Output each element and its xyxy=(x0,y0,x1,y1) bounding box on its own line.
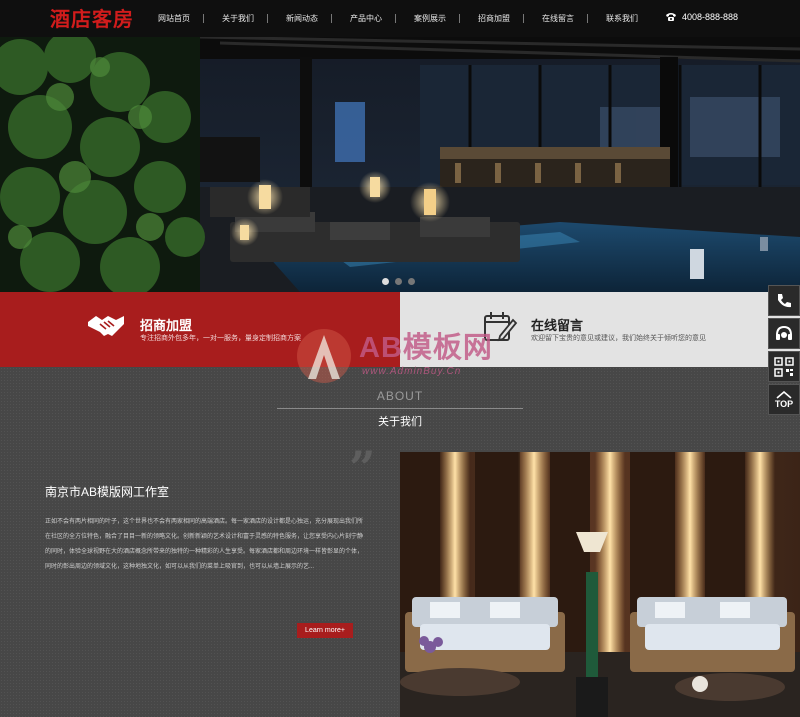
site-logo[interactable]: 酒店客房 xyxy=(50,7,134,31)
nav-item-products[interactable]: 产品中心 xyxy=(332,0,395,37)
hero-banner xyxy=(0,37,800,292)
phone-number: 4008-888-888 xyxy=(681,12,738,22)
hero-image xyxy=(0,37,800,292)
watermark-logo-icon xyxy=(297,329,351,383)
side-phone-button[interactable] xyxy=(768,285,800,316)
qrcode-icon xyxy=(774,356,794,377)
quote-mark-icon: ” xyxy=(349,441,376,495)
about-section: ABOUT 关于我们 ” 南京市AB模版网工作室 正如不会有两片相同的叶子，这个… xyxy=(0,367,800,717)
top-label: TOP xyxy=(774,398,794,409)
nav-item-contact[interactable]: 联系我们 xyxy=(588,0,651,37)
learn-more-button[interactable]: Learn more+ xyxy=(297,623,353,638)
nav-item-home[interactable]: 网站首页 xyxy=(140,0,203,37)
slider-dot[interactable] xyxy=(408,278,415,285)
watermark-text: AB模板网 xyxy=(359,332,493,364)
nav-item-news[interactable]: 新闻动态 xyxy=(268,0,331,37)
nav-item-about[interactable]: 关于我们 xyxy=(204,0,267,37)
back-to-top-button[interactable]: TOP xyxy=(768,384,800,415)
handshake-icon xyxy=(88,316,124,336)
telephone-icon xyxy=(665,13,676,21)
nav-item-cases[interactable]: 案例展示 xyxy=(396,0,459,37)
side-service-button[interactable] xyxy=(768,318,800,349)
about-description: 正如不会有两片相同的叶子，这个世界也不会有两家相同的高端酒店。每一家酒店的设计都… xyxy=(45,519,364,570)
message-title: 在线留言 xyxy=(531,318,584,333)
customer-service-icon xyxy=(776,325,792,340)
watermark: AB模板网 www.AdminBuy.Cn xyxy=(296,321,526,416)
main-nav: 网站首页 关于我们 新闻动态 产品中心 案例展示 招商加盟 在线留言 联系我们 xyxy=(140,0,651,37)
slider-dots xyxy=(382,278,421,285)
side-qrcode-button[interactable] xyxy=(768,351,800,382)
site-header: 酒店客房 网站首页 关于我们 新闻动态 产品中心 案例展示 招商加盟 在线留言 … xyxy=(0,0,800,37)
side-float-bar: TOP xyxy=(768,285,800,417)
nav-item-message[interactable]: 在线留言 xyxy=(524,0,587,37)
franchise-subtitle: 专注招商外包多年，一对一服务，量身定制招商方案 xyxy=(140,335,301,342)
header-phone: 4008-888-888 xyxy=(665,12,738,22)
phone-icon xyxy=(778,293,791,307)
watermark-url: www.AdminBuy.Cn xyxy=(362,366,462,377)
franchise-title: 招商加盟 xyxy=(140,318,193,333)
slider-dot[interactable] xyxy=(395,278,402,285)
company-name: 南京市AB模版网工作室 xyxy=(45,485,170,499)
slider-dot[interactable] xyxy=(382,278,389,285)
nav-item-franchise[interactable]: 招商加盟 xyxy=(460,0,523,37)
about-image xyxy=(400,452,800,717)
message-subtitle: 欢迎留下宝贵的意见或建议，我们始终关于倾听您的意见 xyxy=(531,335,706,342)
chevron-up-icon xyxy=(776,390,792,399)
